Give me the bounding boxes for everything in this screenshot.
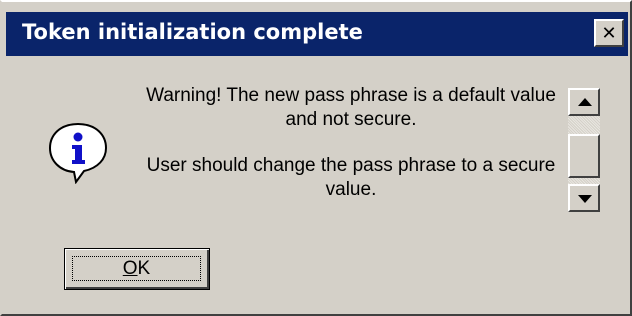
ok-button-label: OK [123, 258, 150, 280]
title-bar[interactable]: Token initialization complete ✕ [6, 12, 628, 56]
close-icon: ✕ [601, 22, 617, 44]
focus-rectangle: OK [72, 256, 201, 281]
scroll-down-button[interactable] [568, 184, 600, 212]
ok-label-rest: K [137, 257, 151, 279]
message-area: Warning! The new pass phrase is a defaul… [142, 84, 560, 220]
arrow-down-icon [578, 195, 592, 203]
warning-message: Warning! The new pass phrase is a defaul… [146, 85, 556, 130]
close-button[interactable]: ✕ [594, 19, 624, 47]
dialog-window: Token initialization complete ✕ Warning!… [0, 0, 632, 316]
scroll-up-button[interactable] [568, 88, 600, 116]
arrow-up-icon [578, 98, 592, 106]
ok-button[interactable]: OK [64, 248, 210, 290]
message-scrollbar[interactable] [568, 88, 600, 212]
ok-mnemonic: O [122, 257, 138, 279]
advice-message: User should change the pass phrase to a … [146, 155, 556, 200]
scroll-thumb[interactable] [568, 134, 600, 178]
info-icon [48, 122, 108, 184]
dialog-title: Token initialization complete [22, 20, 363, 44]
